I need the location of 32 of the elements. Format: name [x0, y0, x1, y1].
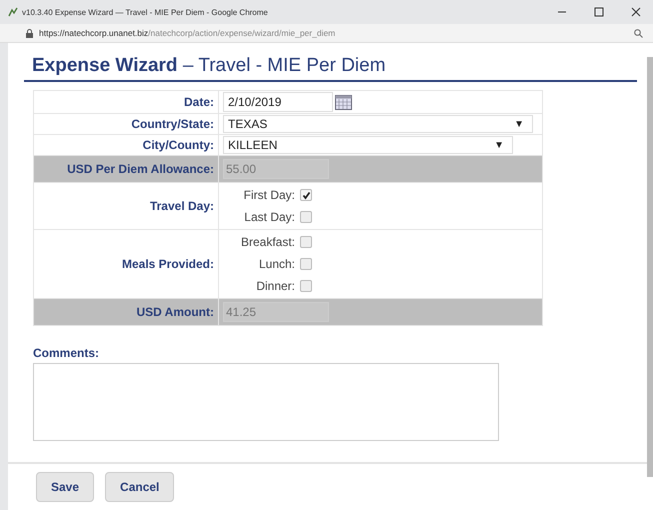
field-label: Date: [184, 95, 214, 109]
field-label: USD Amount: [136, 305, 214, 319]
comments-label: Comments: [33, 346, 100, 360]
lock-icon [26, 28, 33, 38]
checkbox-label: Lunch: [258, 257, 295, 271]
field-label: Country/State: [131, 117, 214, 131]
checkbox[interactable] [300, 258, 312, 270]
calendar-icon[interactable] [335, 94, 352, 110]
window-title: v10.3.40 Expense Wizard — Travel - MIE Per Diem - Google Chrome [22, 8, 269, 16]
app-icon [8, 7, 18, 17]
field-label: Meals Provided: [122, 257, 214, 271]
checkbox[interactable] [300, 211, 312, 223]
close-icon[interactable] [631, 7, 641, 17]
field-label: Travel Day: [150, 199, 214, 213]
checkbox-label: Breakfast: [240, 235, 295, 249]
comments-field[interactable] [33, 363, 499, 441]
page-heading: Expense Wizard – Travel - MIE Per Diem [24, 55, 637, 82]
checkbox[interactable] [300, 189, 312, 201]
checkbox[interactable] [300, 280, 312, 292]
checkbox-label: Last Day: [244, 210, 295, 224]
zoom-icon[interactable] [634, 28, 643, 38]
checkbox[interactable] [300, 236, 312, 248]
dropdown[interactable]: KILLEEN ▼ [223, 136, 513, 154]
field-label: USD Per Diem Allowance: [67, 162, 214, 176]
dropdown[interactable]: TEXAS ▼ [223, 115, 533, 133]
maximize-icon[interactable] [594, 7, 604, 17]
field-label: City/County: [142, 138, 214, 152]
checkbox-label: First Day: [244, 188, 295, 202]
form-button[interactable]: Cancel [105, 472, 174, 502]
form-button[interactable]: Save [36, 472, 94, 502]
checkbox-label: Dinner: [256, 279, 295, 293]
date-field[interactable]: 2/10/2019 [223, 92, 333, 112]
